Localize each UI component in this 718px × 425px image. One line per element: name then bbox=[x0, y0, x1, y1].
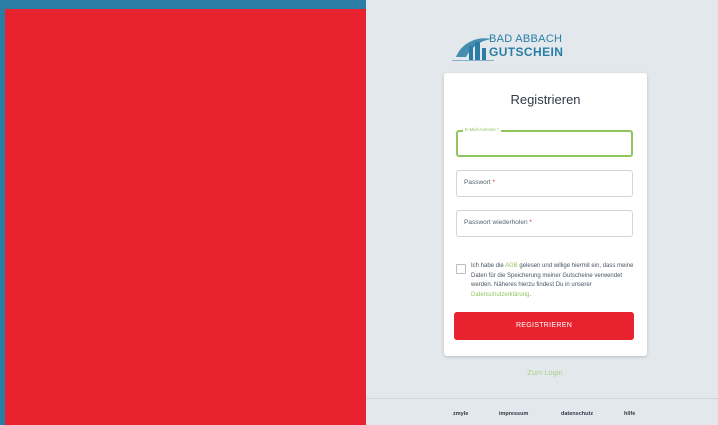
left-red-panel bbox=[0, 9, 366, 425]
password-field[interactable]: Passwort * bbox=[456, 170, 633, 197]
footer-divider bbox=[366, 398, 718, 399]
footer-link-datenschutz[interactable]: datenschutz bbox=[561, 411, 593, 417]
register-button[interactable]: REGISTRIEREN bbox=[454, 312, 634, 340]
footer-link-zmyle[interactable]: zmyle bbox=[453, 411, 468, 417]
email-field[interactable]: E-Mail-Adresse * bbox=[456, 127, 633, 157]
footer-link-hilfe[interactable]: hilfe bbox=[624, 411, 635, 417]
consent-text: Ich habe die AGB gelesen und willige hie… bbox=[471, 263, 634, 298]
register-card: Registrieren E-Mail-Adresse * Passwort *… bbox=[444, 73, 647, 356]
logo-line-2: GUTSCHEIN bbox=[489, 45, 564, 59]
left-blue-stripe bbox=[0, 9, 5, 425]
email-floating-label: E-Mail-Adresse * bbox=[463, 127, 501, 132]
consent-checkbox[interactable] bbox=[456, 264, 466, 274]
password-label: Passwort * bbox=[464, 179, 496, 186]
logo-line-1: BAD ABBACH bbox=[489, 33, 563, 45]
page-title: Registrieren bbox=[510, 92, 581, 107]
password-repeat-label: Passwort wiederholen * bbox=[464, 219, 532, 226]
footer-link-impressum[interactable]: impressum bbox=[499, 411, 528, 417]
login-link[interactable]: Zum Login bbox=[505, 368, 585, 377]
agb-link[interactable]: AGB bbox=[505, 263, 518, 269]
privacy-link[interactable]: Datenschutzerklärung bbox=[471, 292, 529, 298]
password-repeat-field[interactable]: Passwort wiederholen * bbox=[456, 210, 633, 237]
